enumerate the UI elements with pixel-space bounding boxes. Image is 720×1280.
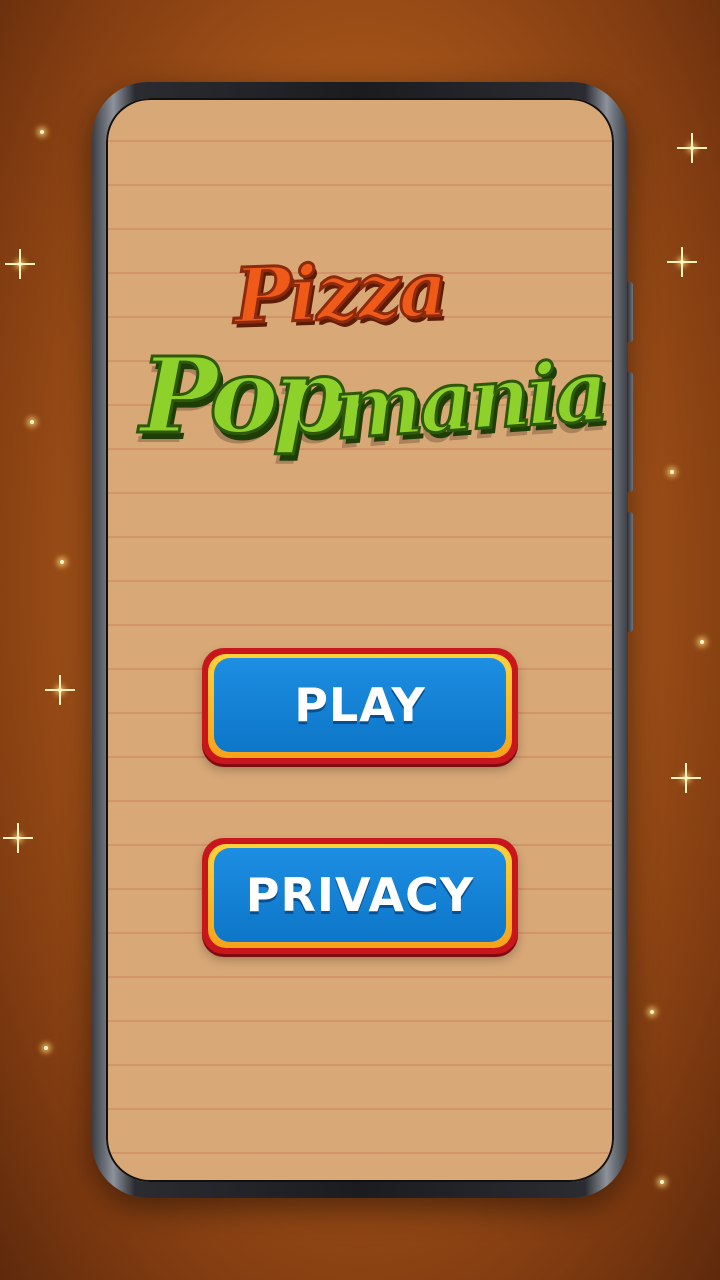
game-screen: Pizza Pop mania PLAY PRIVACY (106, 98, 614, 1182)
sparkle-decoration (18, 262, 22, 266)
sparkle-decoration (58, 688, 62, 692)
sparkle-decoration (60, 560, 64, 564)
sparkle-decoration (650, 1010, 654, 1014)
phone-side-button (627, 372, 633, 492)
sparkle-decoration (670, 470, 674, 474)
logo-pop-text: Pop (139, 333, 347, 459)
logo-mania-text: mania (329, 339, 609, 460)
sparkle-decoration (700, 640, 704, 644)
logo-pizza-text: Pizza (231, 243, 449, 342)
sparkle-decoration (44, 1046, 48, 1050)
phone-frame: Pizza Pop mania PLAY PRIVACY (92, 82, 633, 1198)
privacy-button-face: PRIVACY (214, 848, 506, 942)
play-button-face: PLAY (214, 658, 506, 752)
sparkle-decoration (680, 260, 684, 264)
sparkle-decoration (690, 146, 694, 150)
phone-side-button (627, 282, 633, 342)
play-button[interactable]: PLAY (202, 648, 518, 764)
privacy-button[interactable]: PRIVACY (202, 838, 518, 954)
game-logo: Pizza Pop mania (106, 238, 614, 518)
sparkle-decoration (30, 420, 34, 424)
phone-side-button (627, 512, 633, 632)
sparkle-decoration (660, 1180, 664, 1184)
sparkle-decoration (40, 130, 44, 134)
sparkle-decoration (684, 776, 688, 780)
privacy-button-label: PRIVACY (245, 868, 475, 922)
sparkle-decoration (16, 836, 20, 840)
play-button-label: PLAY (294, 678, 426, 732)
